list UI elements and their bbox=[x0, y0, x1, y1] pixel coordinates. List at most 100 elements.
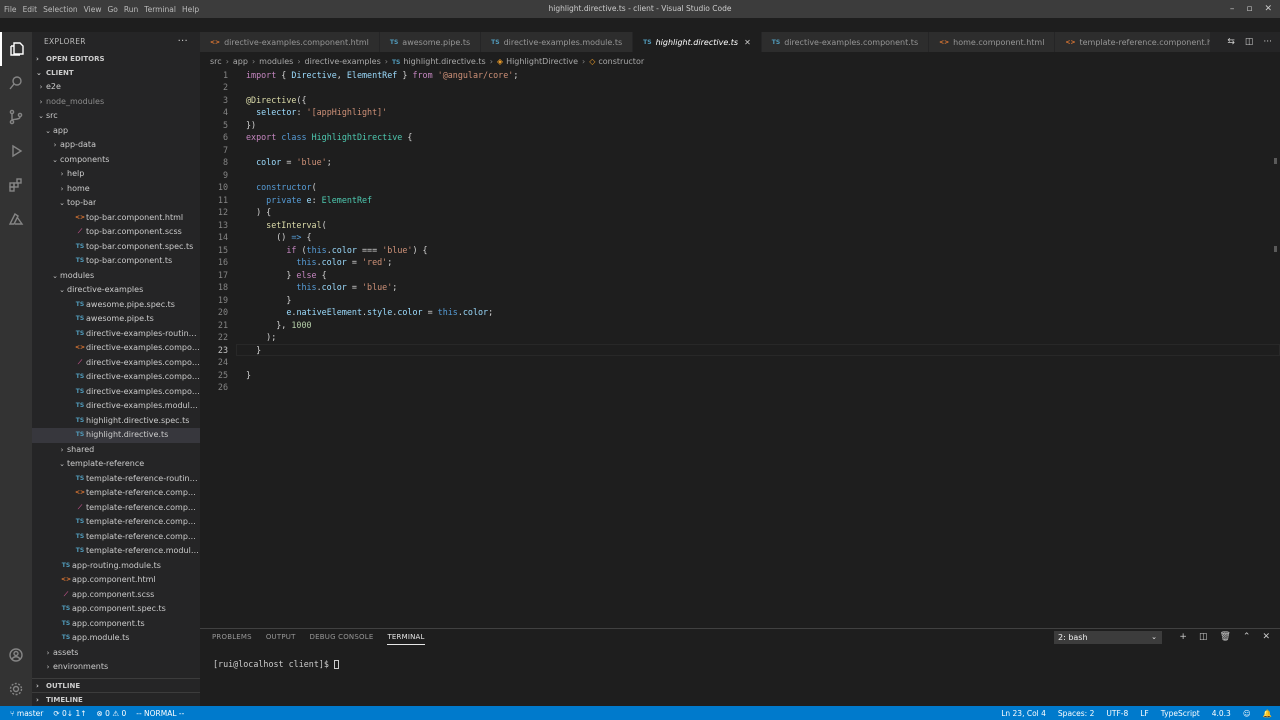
new-terminal-icon[interactable]: + bbox=[1179, 632, 1187, 642]
breadcrumb-item[interactable]: TS highlight.directive.ts bbox=[392, 57, 486, 66]
file-item[interactable]: TS template-reference.compone... bbox=[32, 530, 200, 545]
ts-version[interactable]: 4.0.3 bbox=[1212, 709, 1231, 718]
panel-tab-terminal[interactable]: TERMINAL bbox=[387, 629, 425, 645]
terminal-output[interactable]: [rui@localhost client]$ bbox=[213, 659, 340, 669]
panel-tab-debug-console[interactable]: DEBUG CONSOLE bbox=[310, 629, 374, 645]
file-item[interactable]: TS directive-examples-routing.m... bbox=[32, 327, 200, 342]
split-terminal-icon[interactable]: ◫ bbox=[1199, 632, 1208, 642]
close-icon[interactable]: ✕ bbox=[744, 38, 751, 47]
folder-item[interactable]: › e2e bbox=[32, 80, 200, 95]
breadcrumb-item[interactable]: app bbox=[233, 57, 248, 66]
file-item[interactable]: TS template-reference-routing.m... bbox=[32, 472, 200, 487]
code-editor[interactable]: 1 import { Directive, ElementRef } from '… bbox=[200, 68, 1280, 628]
maximize-icon[interactable]: ▫ bbox=[1246, 4, 1252, 14]
gear-icon[interactable] bbox=[0, 672, 32, 706]
tab-home-component-html[interactable]: <> home.component.html bbox=[929, 32, 1056, 52]
split-editor-icon[interactable]: ◫ bbox=[1245, 37, 1254, 47]
file-item[interactable]: TS template-reference.compone... bbox=[32, 515, 200, 530]
breadcrumb-item[interactable]: ◇ constructor bbox=[589, 57, 644, 66]
branch-indicator[interactable]: ⑂ master bbox=[10, 709, 43, 718]
file-item[interactable]: TSdirective-examples.componen... bbox=[32, 370, 200, 385]
folder-item[interactable]: › help bbox=[32, 167, 200, 182]
breadcrumb-item[interactable]: modules bbox=[259, 57, 293, 66]
sync-indicator[interactable]: ⟳ 0↓ 1↑ bbox=[53, 709, 86, 718]
problems-indicator[interactable]: ⊗ 0 ⚠ 0 bbox=[97, 709, 127, 718]
open-editors-section[interactable]: › OPEN EDITORS bbox=[32, 52, 200, 66]
trash-icon[interactable]: 🗑 bbox=[1219, 632, 1230, 642]
file-item[interactable]: TS app.module.ts bbox=[32, 631, 200, 646]
file-item[interactable]: TS app-routing.module.ts bbox=[32, 559, 200, 574]
close-panel-icon[interactable]: ✕ bbox=[1262, 632, 1270, 642]
panel-tab-problems[interactable]: PROBLEMS bbox=[212, 629, 252, 645]
file-item[interactable]: TS awesome.pipe.ts bbox=[32, 312, 200, 327]
panel-tab-output[interactable]: OUTPUT bbox=[266, 629, 296, 645]
breadcrumb-item[interactable]: directive-examples bbox=[305, 57, 381, 66]
code-token: ; bbox=[326, 157, 332, 167]
file-item[interactable]: TS highlight.directive.ts bbox=[32, 428, 200, 443]
folder-item[interactable]: › home bbox=[32, 182, 200, 197]
compare-icon[interactable]: ⇆ bbox=[1227, 37, 1235, 47]
file-item[interactable]: TS directive-examples.module.ts bbox=[32, 399, 200, 414]
file-item[interactable]: <>directive-examples.componen... bbox=[32, 341, 200, 356]
outline-section[interactable]: › OUTLINE bbox=[32, 678, 200, 692]
tab-directive-examples-component-html[interactable]: <> directive-examples.component.html bbox=[200, 32, 380, 52]
folder-item[interactable]: ⌄ components bbox=[32, 153, 200, 168]
tab-directive-examples-module-ts[interactable]: TS directive-examples.module.ts bbox=[481, 32, 634, 52]
folder-item[interactable]: ⌄ template-reference bbox=[32, 457, 200, 472]
breadcrumb-item[interactable]: ◈ HighlightDirective bbox=[497, 57, 578, 66]
breadcrumb-item[interactable]: src bbox=[210, 57, 222, 66]
file-item[interactable]: TS highlight.directive.spec.ts bbox=[32, 414, 200, 429]
file-item[interactable]: ⟋directive-examples.componen... bbox=[32, 356, 200, 371]
file-item[interactable]: TS app.component.spec.ts bbox=[32, 602, 200, 617]
folder-item[interactable]: › environments bbox=[32, 660, 200, 675]
cursor-position[interactable]: Ln 23, Col 4 bbox=[1001, 709, 1046, 718]
folder-item[interactable]: › assets bbox=[32, 646, 200, 661]
code-token: this bbox=[296, 257, 317, 267]
end-of-line[interactable]: LF bbox=[1140, 709, 1149, 718]
client-folder-section[interactable]: ⌄ CLIENT bbox=[32, 66, 200, 80]
close-window-icon[interactable]: ✕ bbox=[1264, 4, 1272, 14]
more-actions-icon[interactable]: ··· bbox=[1263, 37, 1272, 47]
folder-item[interactable]: › node_modules bbox=[32, 95, 200, 110]
tab-template-reference-component-html[interactable]: <>template-reference.component.html bbox=[1055, 32, 1210, 52]
extensions-icon[interactable] bbox=[0, 168, 32, 202]
terminal-select[interactable]: 2: bash ⌄ bbox=[1054, 631, 1162, 644]
folder-item[interactable]: ⌄ directive-examples bbox=[32, 283, 200, 298]
azure-icon[interactable] bbox=[0, 202, 32, 236]
encoding[interactable]: UTF-8 bbox=[1106, 709, 1128, 718]
folder-item[interactable]: ⌄ modules bbox=[32, 269, 200, 284]
bell-icon[interactable]: 🔔 bbox=[1263, 709, 1272, 718]
folder-item[interactable]: ⌄ top-bar bbox=[32, 196, 200, 211]
file-item[interactable]: ⟋ app.component.scss bbox=[32, 588, 200, 603]
indentation[interactable]: Spaces: 2 bbox=[1058, 709, 1094, 718]
file-item[interactable]: <> top-bar.component.html bbox=[32, 211, 200, 226]
more-actions-icon[interactable]: ··· bbox=[178, 32, 188, 52]
folder-item[interactable]: › shared bbox=[32, 443, 200, 458]
file-item[interactable]: TS app.component.ts bbox=[32, 617, 200, 632]
file-item[interactable]: TS template-reference.module.ts bbox=[32, 544, 200, 559]
tab-highlight-directive-ts[interactable]: TS highlight.directive.ts ✕ bbox=[633, 32, 762, 52]
file-item[interactable]: TS top-bar.component.ts bbox=[32, 254, 200, 269]
tab-awesome-pipe-ts[interactable]: TS awesome.pipe.ts bbox=[379, 32, 482, 52]
file-item[interactable]: TS top-bar.component.spec.ts bbox=[32, 240, 200, 255]
file-item[interactable]: ⟋ template-reference.compone... bbox=[32, 501, 200, 516]
folder-item[interactable]: › app-data bbox=[32, 138, 200, 153]
maximize-panel-icon[interactable]: ⌃ bbox=[1243, 632, 1251, 642]
tab-directive-examples-component-ts[interactable]: TS directive-examples.component.ts bbox=[761, 32, 930, 52]
explorer-icon[interactable] bbox=[0, 32, 32, 66]
file-item[interactable]: TS awesome.pipe.spec.ts bbox=[32, 298, 200, 313]
folder-item[interactable]: ⌄ app bbox=[32, 124, 200, 139]
file-item[interactable]: TSdirective-examples.componen... bbox=[32, 385, 200, 400]
file-item[interactable]: <> app.component.html bbox=[32, 573, 200, 588]
timeline-section[interactable]: › TIMELINE bbox=[32, 692, 200, 706]
minimize-icon[interactable]: – bbox=[1230, 4, 1235, 14]
file-item[interactable]: ⟋ top-bar.component.scss bbox=[32, 225, 200, 240]
folder-item[interactable]: ⌄ src bbox=[32, 109, 200, 124]
source-control-icon[interactable] bbox=[0, 100, 32, 134]
feedback-icon[interactable]: ☺ bbox=[1243, 709, 1251, 718]
language-mode[interactable]: TypeScript bbox=[1161, 709, 1200, 718]
account-icon[interactable] bbox=[0, 638, 32, 672]
run-debug-icon[interactable] bbox=[0, 134, 32, 168]
file-item[interactable]: <> template-reference.compone... bbox=[32, 486, 200, 501]
search-icon[interactable] bbox=[0, 66, 32, 100]
